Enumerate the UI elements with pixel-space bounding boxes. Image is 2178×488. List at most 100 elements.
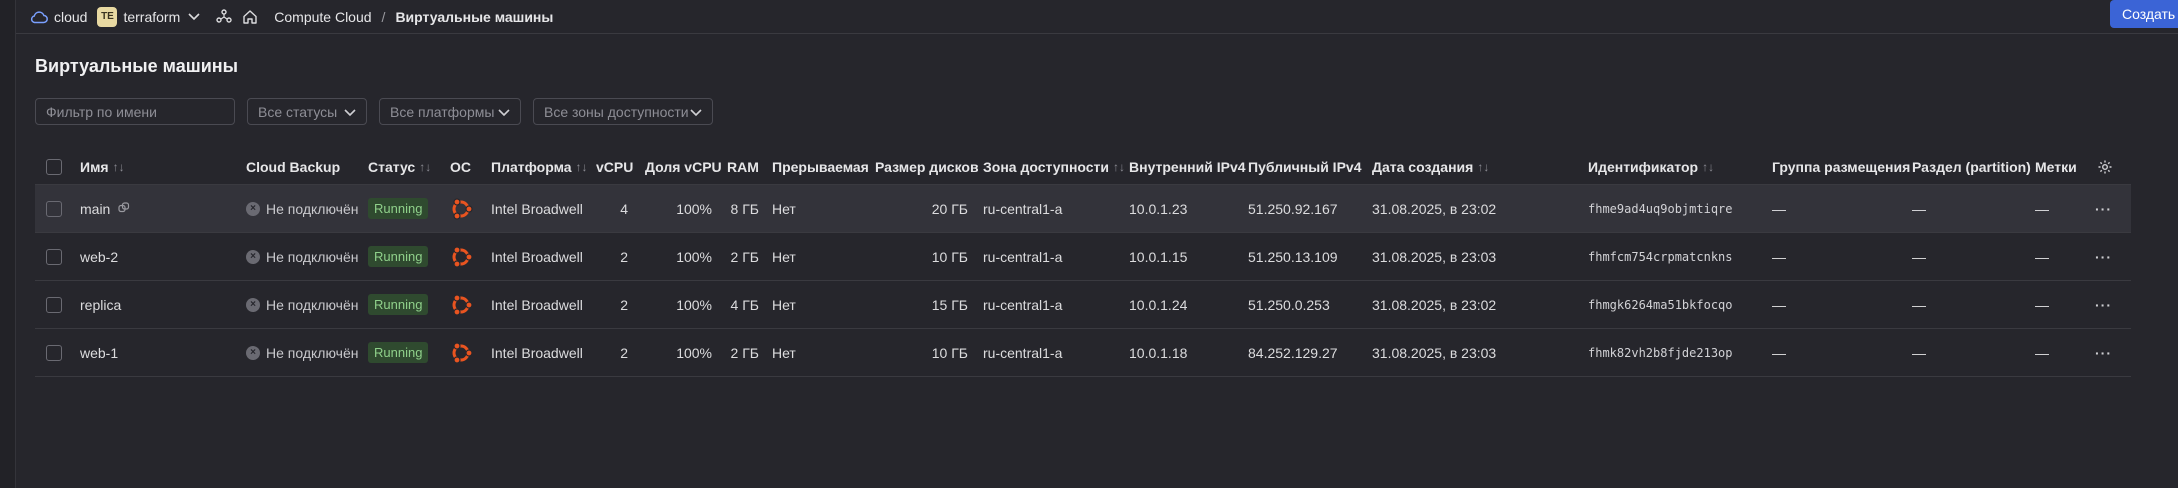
vcpu-share-cell: 100% [676,344,712,361]
table-row[interactable]: main × Не подключён Running Intel Broadwe… [35,185,2131,233]
labels-cell: — [2035,296,2049,313]
column-header-ram: RAM [727,149,759,184]
column-header-internal-ip-label: Внутренний IPv4 [1129,158,1246,175]
services-icon[interactable] [216,8,232,25]
column-header-name[interactable]: Имя ↑↓ [80,149,125,184]
breadcrumb-service[interactable]: Compute Cloud [274,9,371,25]
zone-filter-select[interactable]: Все зоны доступности [533,98,713,125]
ubuntu-icon [449,281,473,328]
copy-icon[interactable] [118,201,130,217]
placement-group-cell: — [1772,248,1786,265]
backup-off-icon: × [246,345,260,360]
status-badge: Running [368,342,429,363]
home-icon[interactable] [242,9,258,25]
vm-name-cell[interactable]: web-1 [80,329,118,376]
status-cell: Running [368,185,429,232]
create-button[interactable]: Создать в [2110,0,2178,28]
vm-name[interactable]: web-1 [80,345,118,361]
created-cell: 31.08.2025, в 23:03 [1372,248,1497,265]
column-header-backup: Cloud Backup [246,149,340,184]
more-icon[interactable]: ··· [2095,329,2112,376]
placement-group-cell: — [1772,296,1786,313]
column-header-internal-ip: Внутренний IPv4 [1129,149,1246,184]
chevron-down-icon [498,104,510,120]
id-cell: fhme9ad4uq9objmtiqre [1588,201,1733,216]
more-icon[interactable]: ··· [2095,233,2112,280]
filter-bar: Фильтр по имени Все статусы Все платформ… [35,98,713,125]
column-header-public-ip: Публичный IPv4 [1248,149,1361,184]
row-checkbox[interactable] [46,344,62,361]
column-header-status[interactable]: Статус ↑↓ [368,149,431,184]
cloud-icon [30,10,48,24]
platform-cell: Intel Broadwell [491,200,583,217]
vm-name-cell[interactable]: main [80,185,130,232]
more-icon[interactable]: ··· [2095,281,2112,328]
vm-name[interactable]: main [80,201,110,217]
select-all-checkbox[interactable] [46,158,62,175]
ram-cell: 4 ГБ [730,296,759,313]
vm-name[interactable]: web-2 [80,249,118,265]
column-header-id[interactable]: Идентификатор ↑↓ [1588,149,1714,184]
zone-cell: ru-central1-a [983,248,1063,265]
backup-off-icon: × [246,201,260,216]
zone-cell: ru-central1-a [983,296,1063,313]
created-cell: 31.08.2025, в 23:03 [1372,344,1497,361]
row-checkbox[interactable] [46,200,62,217]
preemptible-cell: Нет [772,200,796,217]
table-row[interactable]: web-1 × Не подключён Running Intel Broadw… [35,329,2131,377]
chevron-down-icon [188,12,200,21]
row-checkbox-cell[interactable] [46,329,62,376]
vm-name[interactable]: replica [80,297,121,313]
column-header-placement-group: Группа размещения [1772,149,1910,184]
top-breadcrumb-bar: cloud TE terraform Compute Cloud / Вирту… [16,0,2178,34]
platform-filter-select[interactable]: Все платформы [379,98,521,125]
column-header-created[interactable]: Дата создания ↑↓ [1372,149,1489,184]
breadcrumb-cloud[interactable]: cloud [30,9,87,25]
breadcrumb-folder[interactable]: TE terraform [97,6,200,27]
status-cell: Running [368,233,429,280]
column-header-disk-size-label: Размер дисков [875,158,979,175]
status-filter-select[interactable]: Все статусы [247,98,367,125]
placement-group-cell: — [1772,200,1786,217]
select-all-checkbox-cell[interactable] [46,149,62,184]
row-checkbox-cell[interactable] [46,281,62,328]
column-header-zone[interactable]: Зона доступности ↑↓ [983,149,1125,184]
column-header-ram-label: RAM [727,158,759,175]
row-checkbox-cell[interactable] [46,233,62,280]
table-row[interactable]: web-2 × Не подключён Running Intel Broadw… [35,233,2131,281]
partition-cell: — [1912,296,1926,313]
public-ip-cell: 51.250.0.253 [1248,296,1330,313]
row-checkbox-cell[interactable] [46,185,62,232]
column-header-platform[interactable]: Платформа ↑↓ [491,149,588,184]
platform-cell: Intel Broadwell [491,344,583,361]
table-row[interactable]: replica × Не подключён Running Intel Broa… [35,281,2131,329]
vm-name-cell[interactable]: web-2 [80,233,118,280]
gear-icon[interactable] [2097,149,2113,184]
breadcrumb-separator: / [381,8,386,25]
ubuntu-icon [449,233,473,280]
internal-ip-cell: 10.0.1.24 [1129,296,1188,313]
preemptible-cell: Нет [772,296,796,313]
vcpu-share-cell: 100% [676,200,712,217]
vm-name-cell[interactable]: replica [80,281,121,328]
column-header-preemptible-label: Прерываемая [772,158,869,175]
labels-cell: — [2035,248,2049,265]
column-header-os-label: ОС [450,158,471,175]
status-cell: Running [368,329,429,376]
column-header-platform-label: Платформа [491,158,572,175]
name-filter-input[interactable]: Фильтр по имени [35,98,235,125]
row-checkbox[interactable] [46,296,62,313]
column-header-vcpu-label: vCPU [596,158,634,175]
column-header-status-label: Статус [368,158,416,175]
backup-cell: × Не подключён [246,233,358,280]
column-header-id-label: Идентификатор [1588,158,1699,175]
row-checkbox[interactable] [46,248,62,265]
disk-size-cell: 15 ГБ [931,296,968,313]
labels-cell: — [2035,200,2049,217]
id-cell: fhmgk6264ma51bkfocqo [1588,297,1733,312]
column-header-labels-label: Метки [2035,158,2077,175]
chevron-down-icon [690,104,702,120]
more-icon[interactable]: ··· [2095,185,2112,232]
status-badge: Running [368,294,429,315]
column-header-zone-label: Зона доступности [983,158,1110,175]
